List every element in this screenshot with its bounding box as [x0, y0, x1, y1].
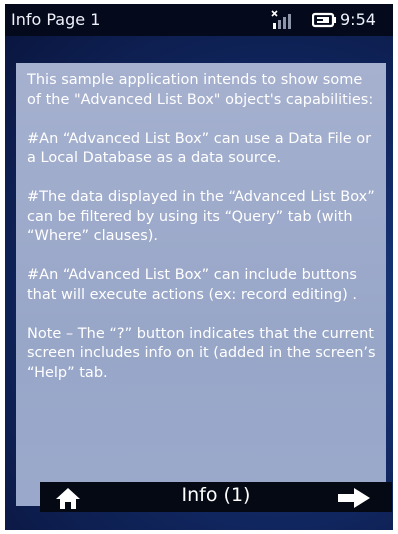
device-frame: Info Page 1 9:54 This sample application…	[0, 0, 398, 534]
arrow-right-icon[interactable]	[336, 486, 372, 510]
info-paragraph-intro: This sample application intends to show …	[27, 72, 374, 108]
no-signal-icon	[271, 10, 291, 29]
info-text: This sample application intends to show …	[27, 71, 377, 403]
info-paragraph-help-note: Note – The “?” button indicates that the…	[27, 325, 376, 381]
battery-charging-icon	[312, 12, 336, 28]
info-paragraph-query: #The data displayed in the “Advanced Lis…	[27, 189, 375, 244]
app-title: Info Page 1	[11, 10, 101, 29]
clock: 9:54	[340, 10, 376, 29]
bottom-toolbar: Info (1)	[40, 482, 392, 512]
info-paragraph-data-source: #An “Advanced List Box” can use a Data F…	[27, 130, 372, 167]
device-screen: Info Page 1 9:54 This sample application…	[5, 4, 393, 530]
status-bar: Info Page 1 9:54	[5, 4, 393, 36]
info-paragraph-buttons: #An “Advanced List Box” can include butt…	[27, 267, 357, 303]
